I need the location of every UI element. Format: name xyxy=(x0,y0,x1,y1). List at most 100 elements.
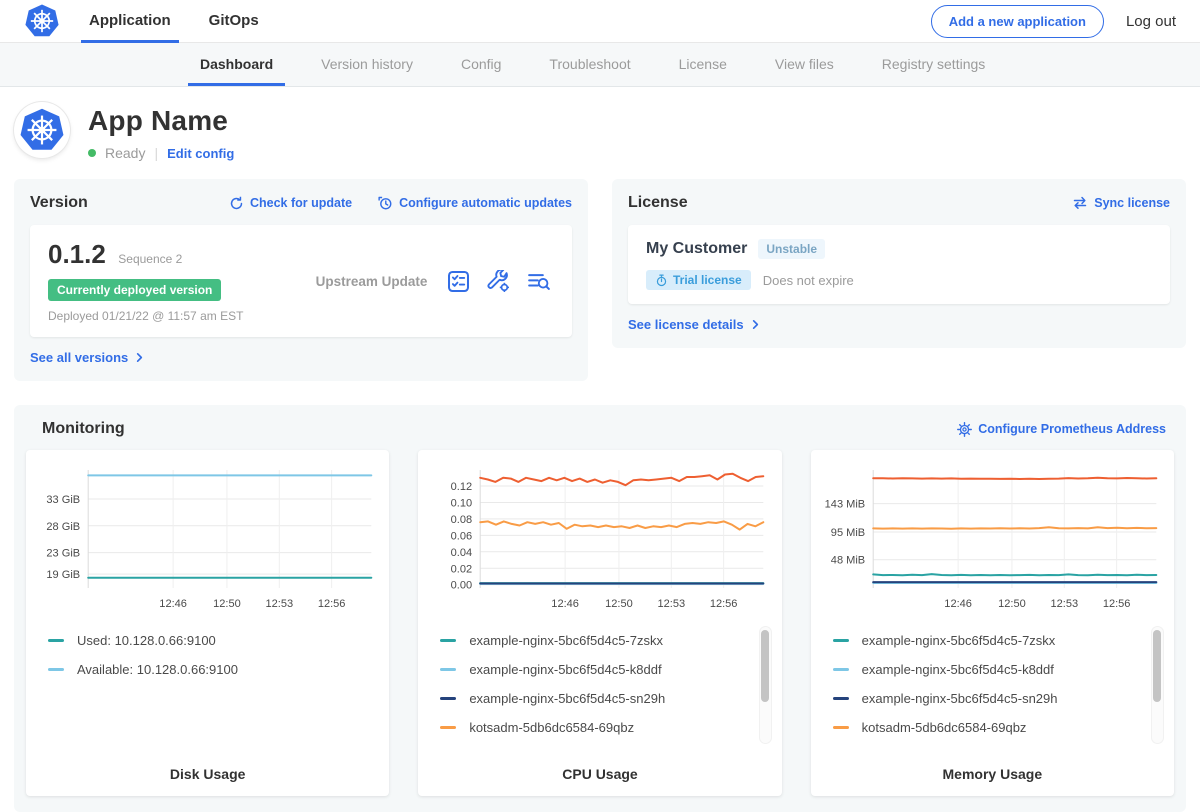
preflight-checklist-icon[interactable] xyxy=(447,270,470,293)
svg-text:0.06: 0.06 xyxy=(451,530,472,542)
svg-text:95 MiB: 95 MiB xyxy=(830,527,864,539)
legend-item[interactable]: kotsadm-5db6dc6584-69qbz xyxy=(440,713,749,742)
legend-color-swatch xyxy=(833,726,849,729)
tab-license[interactable]: License xyxy=(655,43,751,86)
cpu-usage-chart-card: 0.12 0.10 0.08 0.06 0.04 0.02 0.00 12:46 12:50 12… xyxy=(418,450,781,796)
trial-license-badge: Trial license xyxy=(646,270,751,290)
check-for-update-link[interactable]: Check for update xyxy=(229,196,352,211)
app-sub-nav: Dashboard Version history Config Trouble… xyxy=(0,43,1200,87)
kubernetes-logo-icon xyxy=(25,4,59,38)
svg-text:12:46: 12:46 xyxy=(159,598,187,610)
legend-color-swatch xyxy=(48,639,64,642)
legend-color-swatch xyxy=(440,668,456,671)
sync-license-link[interactable]: Sync license xyxy=(1072,196,1170,210)
svg-text:0.02: 0.02 xyxy=(451,563,472,575)
config-wrench-icon[interactable] xyxy=(487,270,510,293)
legend-item[interactable]: example-nginx-5bc6f5d4c5-7zskx xyxy=(440,626,749,655)
svg-text:48 MiB: 48 MiB xyxy=(830,555,864,567)
legend-item[interactable]: Used: 10.128.0.66:9100 xyxy=(48,626,357,655)
svg-text:0.00: 0.00 xyxy=(451,580,472,592)
cpu-usage-title: CPU Usage xyxy=(428,766,771,782)
see-license-details-link[interactable]: See license details xyxy=(628,317,761,332)
svg-text:12:53: 12:53 xyxy=(658,598,686,610)
tab-config[interactable]: Config xyxy=(437,43,525,86)
svg-text:0.08: 0.08 xyxy=(451,514,472,526)
legend-item[interactable]: example-nginx-5bc6f5d4c5-k8ddf xyxy=(833,655,1142,684)
channel-badge: Unstable xyxy=(758,239,825,259)
svg-text:143 MiB: 143 MiB xyxy=(824,499,865,511)
legend-item[interactable]: example-nginx-5bc6f5d4c5-k8ddf xyxy=(440,655,749,684)
svg-text:12:56: 12:56 xyxy=(710,598,738,610)
svg-text:0.04: 0.04 xyxy=(451,547,472,559)
refresh-icon xyxy=(229,196,244,211)
cpu-usage-chart: 0.12 0.10 0.08 0.06 0.04 0.02 0.00 12:46 12:50 12… xyxy=(428,462,771,614)
version-card-title: Version xyxy=(30,194,88,212)
tab-registry-settings[interactable]: Registry settings xyxy=(858,43,1009,86)
svg-text:12:46: 12:46 xyxy=(552,598,580,610)
license-card: License Sync license My Customer Unstabl… xyxy=(612,179,1186,348)
disk-usage-legend: Used: 10.128.0.66:9100 Available: 10.128… xyxy=(36,624,379,750)
svg-text:12:50: 12:50 xyxy=(605,598,633,610)
legend-item[interactable]: example-nginx-5bc6f5d4c5-7zskx xyxy=(833,626,1142,655)
top-nav: Application GitOps Add a new application… xyxy=(0,0,1200,43)
legend-color-swatch xyxy=(440,697,456,700)
disk-usage-chart-card: 33 GiB28 GiB23 GiB19 GiB12:4612:5012:531… xyxy=(26,450,389,796)
memory-usage-title: Memory Usage xyxy=(821,766,1164,782)
scrollbar-thumb[interactable] xyxy=(761,630,769,702)
chevron-right-icon xyxy=(134,352,145,363)
see-all-versions-link[interactable]: See all versions xyxy=(30,350,145,365)
version-source-label: Upstream Update xyxy=(296,274,447,289)
tab-version-history[interactable]: Version history xyxy=(297,43,437,86)
svg-text:23 GiB: 23 GiB xyxy=(46,548,80,560)
license-card-title: License xyxy=(628,194,688,212)
top-nav-tabs: Application GitOps xyxy=(89,0,297,43)
legend-color-swatch xyxy=(48,668,64,671)
legend-item[interactable]: Available: 10.128.0.66:9100 xyxy=(48,655,357,684)
configure-automatic-updates-link[interactable]: Configure automatic updates xyxy=(378,196,572,211)
tab-application[interactable]: Application xyxy=(89,0,171,43)
memory-usage-legend: example-nginx-5bc6f5d4c5-7zskx example-n… xyxy=(821,624,1164,750)
chevron-right-icon xyxy=(750,319,761,330)
memory-usage-chart-card: 143 MiB95 MiB48 MiB12:4612:5012:5312:56 … xyxy=(811,450,1174,796)
legend-item[interactable]: kotsadm-5db6dc6584-69qbz xyxy=(833,713,1142,742)
app-header: App Name Ready | Edit config xyxy=(0,87,1200,177)
svg-text:12:50: 12:50 xyxy=(998,598,1026,610)
logout-link[interactable]: Log out xyxy=(1126,13,1176,30)
svg-text:12:56: 12:56 xyxy=(318,598,346,610)
stopwatch-icon xyxy=(655,274,668,287)
deployed-timestamp: Deployed 01/21/22 @ 11:57 am EST xyxy=(48,309,296,323)
monitoring-section: Monitoring Configure Prometheus Address … xyxy=(14,405,1186,812)
svg-text:12:46: 12:46 xyxy=(944,598,972,610)
legend-item[interactable]: example-nginx-5bc6f5d4c5-sn29h xyxy=(440,684,749,713)
status-divider: | xyxy=(154,145,158,161)
summary-cards-row: Version Check for update Configure au xyxy=(0,179,1200,381)
legend-color-swatch xyxy=(833,639,849,642)
scrollbar-thumb[interactable] xyxy=(1153,630,1161,702)
version-card: Version Check for update Configure au xyxy=(14,179,588,381)
tab-dashboard[interactable]: Dashboard xyxy=(176,43,297,86)
view-diff-icon[interactable] xyxy=(527,270,550,293)
svg-text:12:53: 12:53 xyxy=(1050,598,1078,610)
memory-usage-chart: 143 MiB 95 MiB 48 MiB 12:46 12:50 12:53 12:56 xyxy=(821,462,1164,614)
app-name-title: App Name xyxy=(88,105,234,137)
version-sequence: Sequence 2 xyxy=(118,252,182,266)
tab-view-files[interactable]: View files xyxy=(751,43,858,86)
disk-usage-chart: 33 GiB28 GiB23 GiB19 GiB12:4612:5012:531… xyxy=(36,462,379,614)
legend-scrollbar[interactable] xyxy=(1151,626,1164,744)
disk-usage-title: Disk Usage xyxy=(36,766,379,782)
legend-scrollbar[interactable] xyxy=(759,626,772,744)
svg-text:0.12: 0.12 xyxy=(451,481,472,493)
edit-config-link[interactable]: Edit config xyxy=(167,146,234,161)
add-application-button[interactable]: Add a new application xyxy=(931,5,1104,38)
svg-text:19 GiB: 19 GiB xyxy=(46,569,80,581)
ready-status-dot-icon xyxy=(88,149,96,157)
legend-color-swatch xyxy=(440,639,456,642)
legend-item[interactable]: example-nginx-5bc6f5d4c5-sn29h xyxy=(833,684,1142,713)
gear-icon xyxy=(957,422,972,437)
tab-troubleshoot[interactable]: Troubleshoot xyxy=(525,43,654,86)
top-nav-right: Add a new application Log out xyxy=(931,5,1176,38)
svg-text:0.10: 0.10 xyxy=(451,498,472,510)
configure-prometheus-link[interactable]: Configure Prometheus Address xyxy=(957,422,1166,437)
tab-gitops[interactable]: GitOps xyxy=(209,0,259,43)
svg-text:12:56: 12:56 xyxy=(1102,598,1130,610)
